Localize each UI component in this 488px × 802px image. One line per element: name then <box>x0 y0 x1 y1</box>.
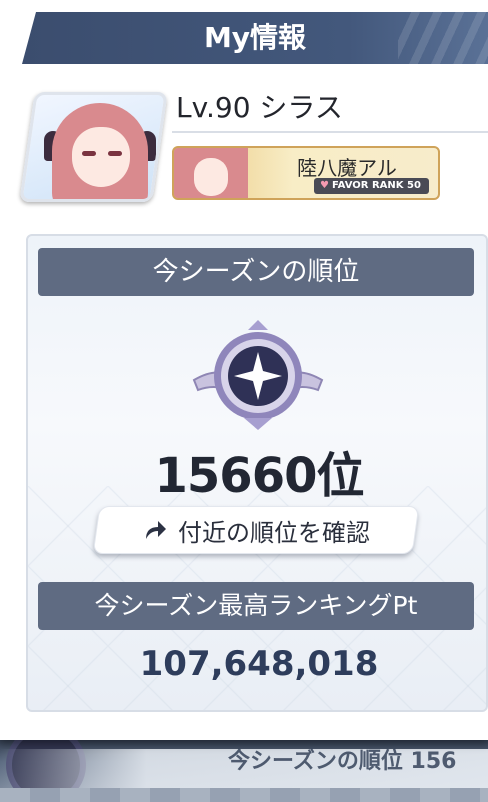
panel-header: My情報 <box>22 12 488 64</box>
check-nearby-rank-button[interactable]: 付近の順位を確認 <box>92 506 420 554</box>
best-points-value: 107,648,018 <box>139 644 379 684</box>
favor-portrait <box>174 148 248 198</box>
season-rank-value: 15660位 <box>154 448 365 504</box>
favor-rank-badge: ♥ FAVOR RANK 50 <box>314 178 429 194</box>
panel-title: My情報 <box>203 21 307 54</box>
favor-rank-label: FAVOR RANK 50 <box>331 180 421 191</box>
nearby-button-label: 付近の順位を確認 <box>178 518 370 547</box>
portrait-face <box>72 127 130 187</box>
avatar-portrait <box>30 95 157 202</box>
favor-portrait-face <box>194 158 228 196</box>
favor-student-name: 陸八魔アル <box>297 156 397 180</box>
player-level-name: Lv.90 シラス <box>176 91 343 124</box>
my-info-panel: My情報 Lv.90 シラス 陸八魔アル ♥ FAVOR RANK 50 今シーズ… <box>0 0 488 740</box>
portrait-eye-left <box>82 151 96 156</box>
season-rank-heading: 今シーズンの順位 <box>38 248 474 296</box>
medal-icon <box>192 320 324 430</box>
player-avatar[interactable] <box>19 92 168 202</box>
background-grid <box>0 788 488 802</box>
favor-student-card[interactable]: 陸八魔アル ♥ FAVOR RANK 50 <box>172 146 440 200</box>
best-points-heading: 今シーズン最高ランキングPt <box>38 582 474 630</box>
name-divider <box>172 131 488 133</box>
background-rank-text: 今シーズンの順位 156 <box>228 749 457 774</box>
heart-icon: ♥ <box>320 180 329 191</box>
portrait-eye-right <box>108 151 122 156</box>
share-arrow-icon <box>146 521 166 539</box>
background-screen: 今シーズンの順位 156 <box>0 735 488 802</box>
ranking-card: 今シーズンの順位 15660位 付近の順位を確認 今シーズン最高ランキングPt … <box>26 234 488 712</box>
